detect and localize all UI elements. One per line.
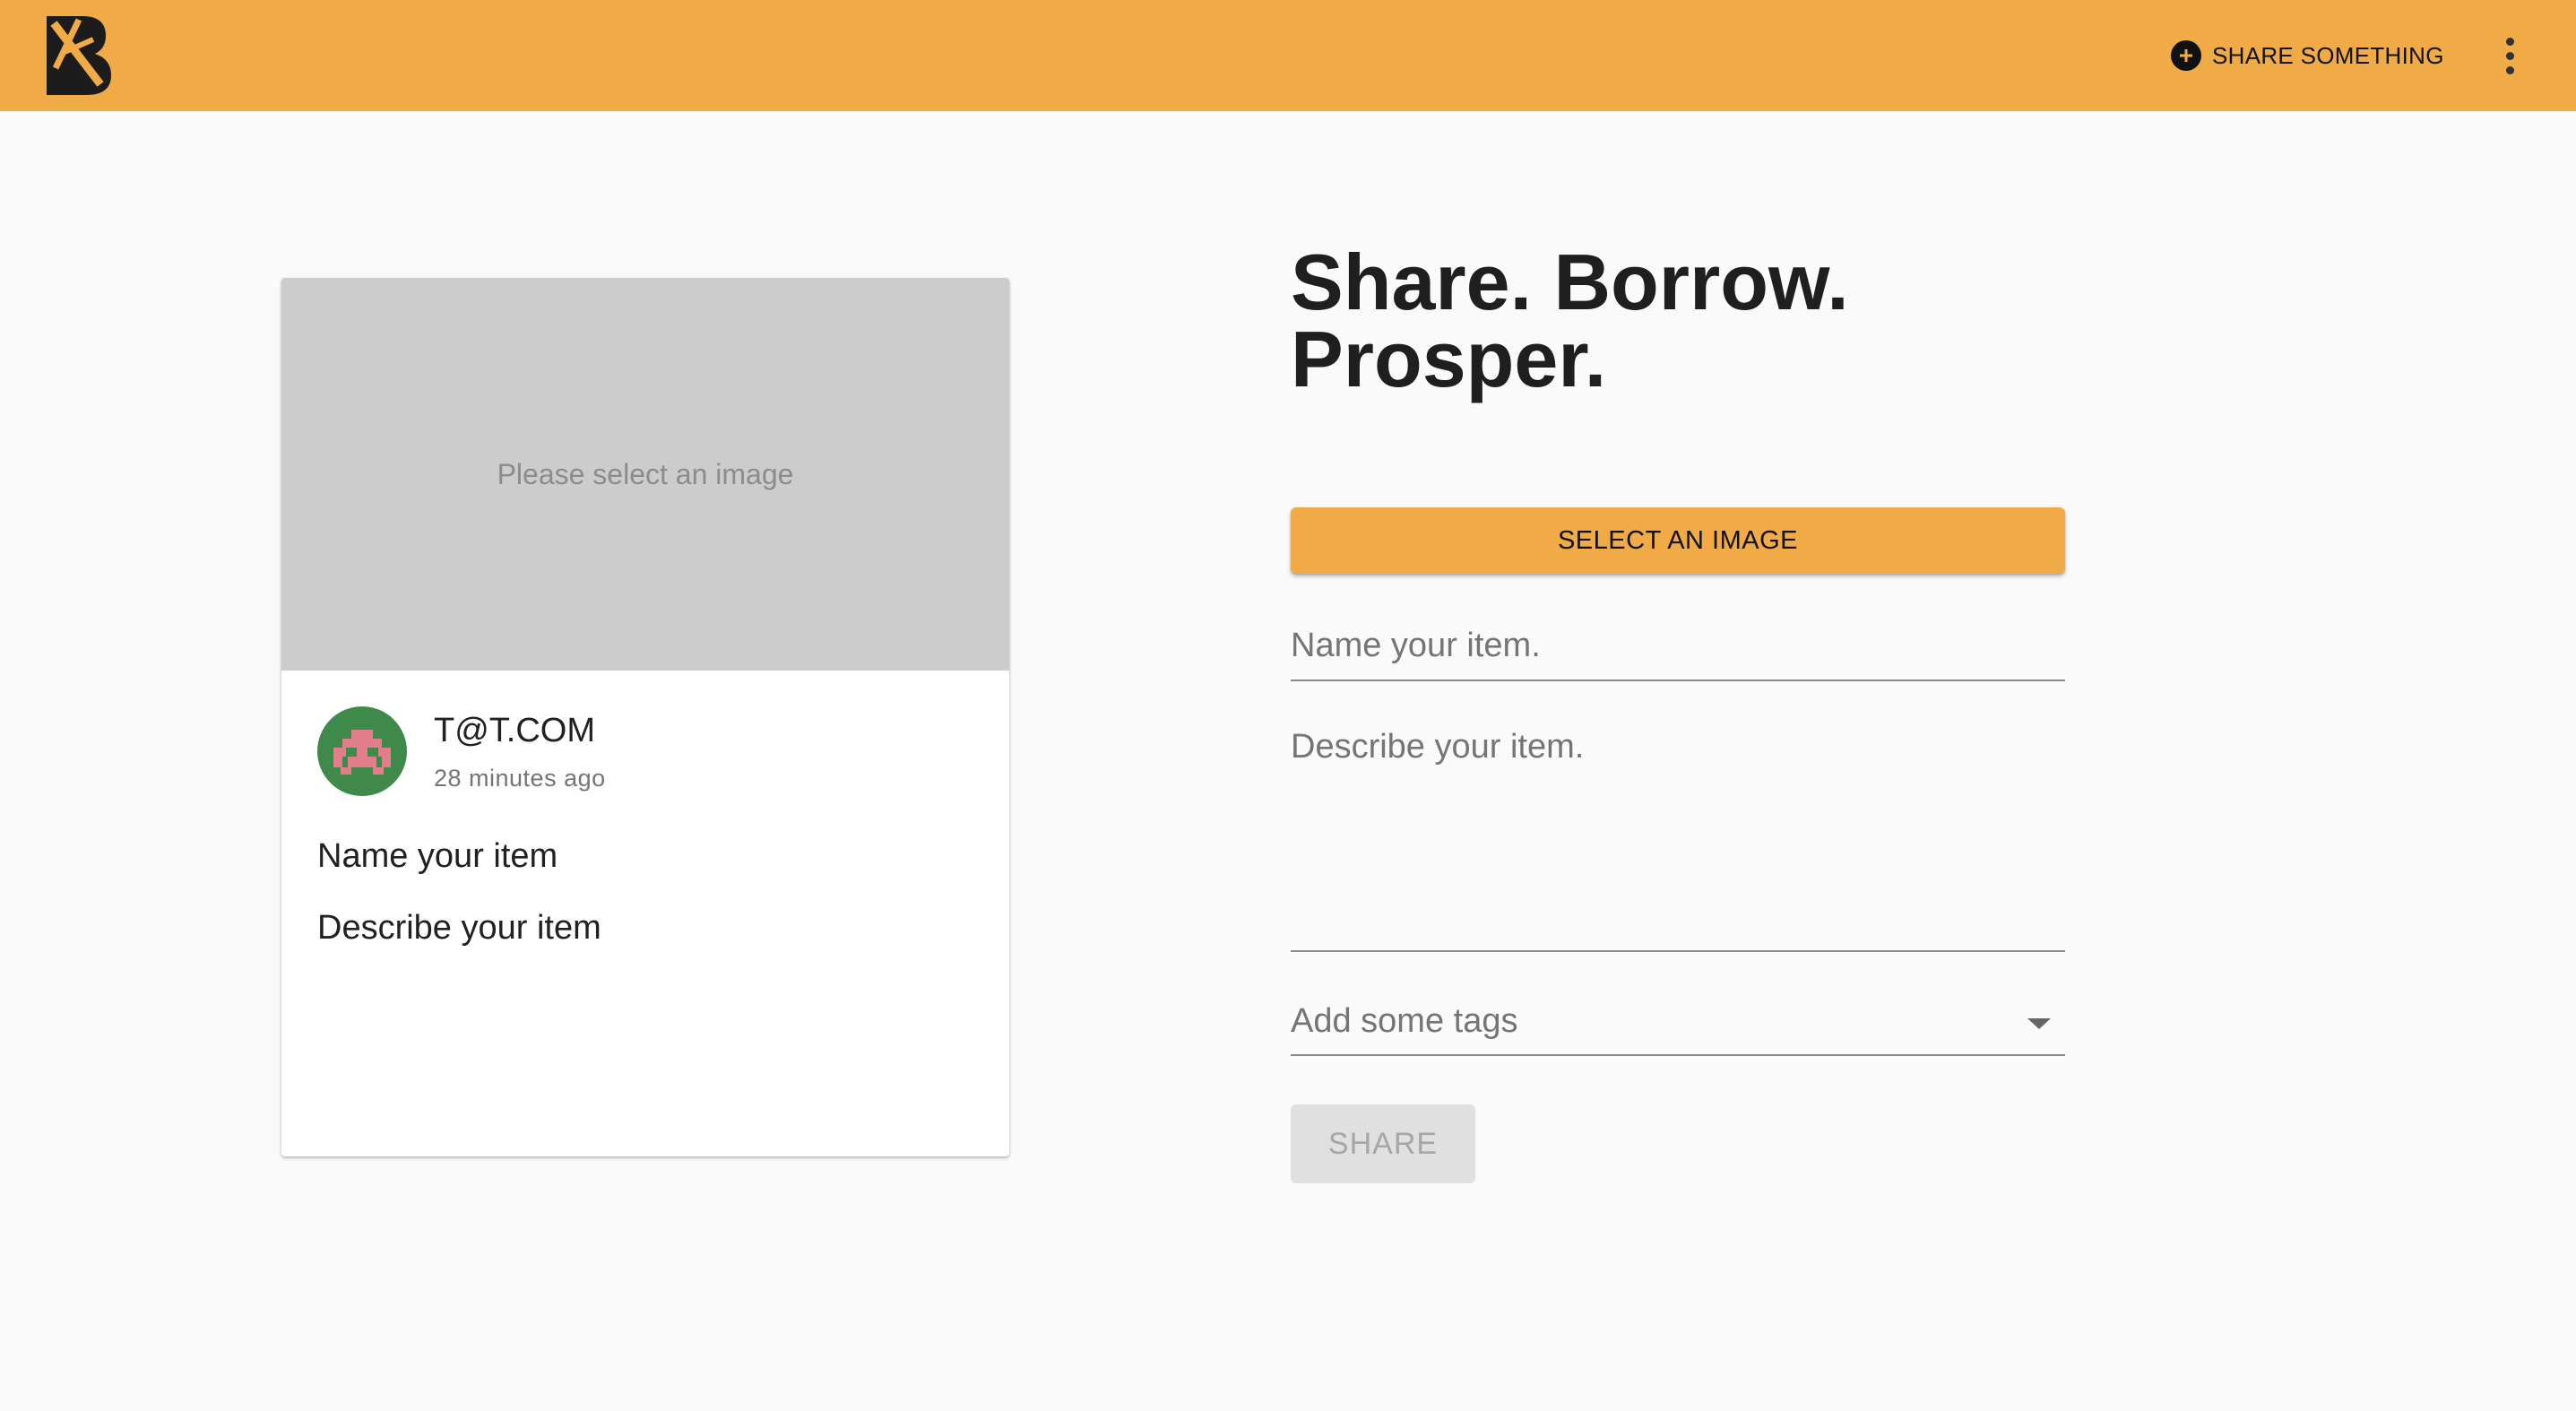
headline-line-2: Prosper. xyxy=(1291,315,1607,403)
plus-circle-icon xyxy=(2171,40,2201,71)
timestamp: 28 minutes ago xyxy=(434,765,606,792)
item-name-field xyxy=(1291,619,2065,681)
card-image-placeholder: Please select an image xyxy=(281,278,1009,671)
share-something-button[interactable]: SHARE SOMETHING xyxy=(2171,30,2444,81)
user-email: T@T.COM xyxy=(434,712,595,749)
image-hint-text: Please select an image xyxy=(497,457,794,490)
card-item-title: Name your item xyxy=(317,837,558,875)
dropdown-arrow-icon xyxy=(2027,1018,2051,1029)
headline-line-1: Share. Borrow. xyxy=(1291,238,1849,326)
select-image-button[interactable]: SELECT AN IMAGE xyxy=(1291,507,2065,574)
item-description-field xyxy=(1291,726,2065,952)
page-headline: Share. Borrow. Prosper. xyxy=(1291,243,2097,399)
card-header: T@T.COM 28 minutes ago xyxy=(317,706,606,796)
tags-placeholder: Add some tags xyxy=(1291,1002,1518,1040)
card-user-info: T@T.COM 28 minutes ago xyxy=(434,706,606,792)
kebab-dot xyxy=(2505,51,2514,60)
avatar xyxy=(317,706,407,796)
app-bar: SHARE SOMETHING xyxy=(0,0,2576,111)
boomtown-logo-icon[interactable] xyxy=(43,13,115,97)
tags-select[interactable]: Add some tags xyxy=(1291,995,2065,1056)
identicon-avatar xyxy=(333,730,391,775)
kebab-dot xyxy=(2505,37,2514,46)
more-vert-icon[interactable] xyxy=(2494,30,2526,81)
item-description-input[interactable] xyxy=(1291,726,2065,941)
card-item-description: Describe your item xyxy=(317,909,601,947)
share-button[interactable]: SHARE xyxy=(1291,1104,1475,1183)
share-something-label: SHARE SOMETHING xyxy=(2212,41,2444,69)
item-preview-card: Please select an image T@T.COM 28 minute… xyxy=(281,278,1009,1156)
item-name-input[interactable] xyxy=(1291,619,2065,672)
kebab-dot xyxy=(2505,65,2514,74)
